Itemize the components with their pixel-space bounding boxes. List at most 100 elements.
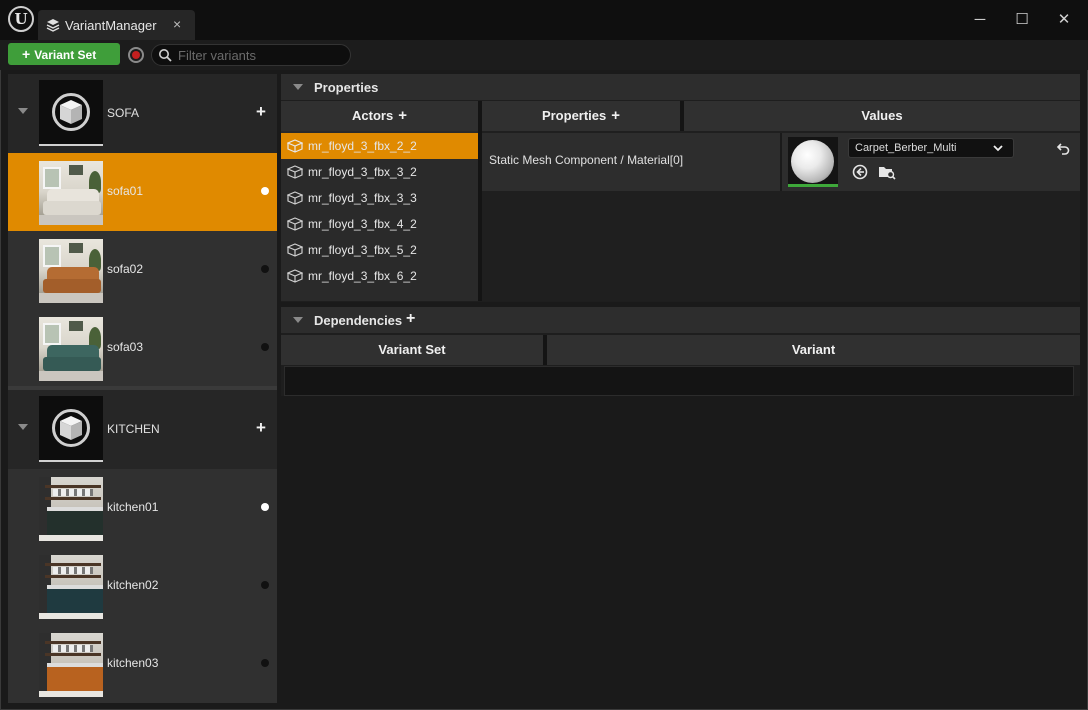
add-variant-button[interactable]: + <box>256 418 266 438</box>
cube-icon <box>60 416 82 440</box>
actor-name: mr_floyd_3_fbx_3_2 <box>308 165 417 179</box>
actor-name: mr_floyd_3_fbx_5_2 <box>308 243 417 257</box>
tab-variant-manager[interactable]: VariantManager × <box>38 10 195 40</box>
variant-header: Variant <box>547 335 1080 365</box>
layers-icon <box>46 19 60 32</box>
variant-name: kitchen01 <box>107 500 159 514</box>
add-dependency-button[interactable]: + <box>406 310 415 328</box>
actor-name: mr_floyd_3_fbx_2_2 <box>308 139 417 153</box>
variant-thumbnail <box>39 633 103 697</box>
variant-thumbnail <box>39 239 103 303</box>
reset-to-default-icon[interactable] <box>1055 141 1071 157</box>
variant-set-header: Variant Set <box>281 335 543 365</box>
actors-column: Actors + mr_floyd_3_fbx_2_2 mr_floyd_3_fb… <box>281 101 478 301</box>
variant-row-sofa02[interactable]: sofa02 <box>8 231 277 309</box>
static-mesh-icon <box>287 217 303 231</box>
filter-variants-input[interactable] <box>178 47 346 63</box>
variant-set-thumbnail <box>39 396 103 462</box>
section-title: Dependencies <box>314 313 403 328</box>
variant-set-header-kitchen[interactable]: KITCHEN + <box>8 390 277 468</box>
collapse-arrow-icon[interactable] <box>18 108 28 114</box>
active-indicator <box>261 659 269 667</box>
static-mesh-icon <box>287 165 303 179</box>
variant-row-sofa01[interactable]: sofa01 <box>8 153 277 231</box>
plus-icon: + <box>22 46 31 62</box>
variant-thumbnail <box>39 477 103 541</box>
variant-set-name: SOFA <box>107 106 140 120</box>
unreal-logo-icon: U <box>8 6 34 32</box>
actor-name: mr_floyd_3_fbx_6_2 <box>308 269 417 283</box>
collapse-arrow-icon[interactable] <box>18 424 28 430</box>
collapse-arrow-icon[interactable] <box>293 84 303 90</box>
actor-row[interactable]: mr_floyd_3_fbx_3_3 <box>281 185 478 211</box>
variant-set-button-label: Variant Set <box>34 48 97 62</box>
actor-row[interactable]: mr_floyd_3_fbx_4_2 <box>281 211 478 237</box>
variant-set-header-label: Variant Set <box>378 342 446 357</box>
variant-set-thumbnail <box>39 80 103 146</box>
active-indicator <box>261 503 269 511</box>
variant-row-kitchen01[interactable]: kitchen01 <box>8 469 277 547</box>
actor-row[interactable]: mr_floyd_3_fbx_6_2 <box>281 263 478 289</box>
actor-row[interactable]: mr_floyd_3_fbx_2_2 <box>281 133 478 159</box>
property-name: Static Mesh Component / Material[0] <box>489 153 684 167</box>
record-button[interactable] <box>128 47 144 63</box>
material-thumbnail[interactable] <box>788 137 838 187</box>
actors-header: Actors + <box>281 101 478 131</box>
variant-thumbnail <box>39 161 103 225</box>
variant-name: sofa03 <box>107 340 144 354</box>
properties-header: Properties + <box>482 101 680 131</box>
browse-folder-icon[interactable] <box>878 164 896 180</box>
variant-set-name: KITCHEN <box>107 422 160 436</box>
properties-header-label: Properties <box>541 108 607 123</box>
cube-icon <box>60 100 82 124</box>
tab-close-icon[interactable]: × <box>173 16 181 32</box>
empty-panel-area <box>281 398 1080 703</box>
variant-row-kitchen03[interactable]: kitchen03 <box>8 625 277 703</box>
dependencies-list <box>284 366 1074 396</box>
variant-name: kitchen02 <box>107 578 159 592</box>
properties-section-header[interactable]: Properties <box>281 74 1080 100</box>
toolbar: + Variant Set <box>0 40 1088 70</box>
material-dropdown[interactable]: Carpet_Berber_Multi <box>848 138 1014 158</box>
add-actor-button[interactable]: + <box>398 107 407 124</box>
properties-panel: Properties Actors + mr_floyd_3_fbx_2_2 mr… <box>281 74 1080 302</box>
static-mesh-icon <box>287 191 303 205</box>
add-property-button[interactable]: + <box>611 107 620 124</box>
tab-label: VariantManager <box>65 18 157 33</box>
variant-name: sofa02 <box>107 262 144 276</box>
search-icon <box>159 49 172 62</box>
minimize-button[interactable]: ─ <box>967 8 993 32</box>
maximize-button[interactable]: ☐ <box>1009 8 1035 32</box>
dependencies-section-header[interactable]: Dependencies + <box>281 307 1080 333</box>
chevron-down-icon <box>993 145 1003 152</box>
property-row[interactable]: Static Mesh Component / Material[0] Carp… <box>482 133 1080 191</box>
variant-thumbnail <box>39 555 103 619</box>
variant-row-sofa03[interactable]: sofa03 <box>8 309 277 387</box>
actor-row[interactable]: mr_floyd_3_fbx_5_2 <box>281 237 478 263</box>
variant-row-kitchen02[interactable]: kitchen02 <box>8 547 277 625</box>
properties-values-area: Properties + Values Static Mesh Component… <box>482 101 1080 301</box>
collapse-arrow-icon[interactable] <box>293 317 303 323</box>
variant-thumbnail <box>39 317 103 381</box>
title-bar: U VariantManager × ─ ☐ ✕ <box>0 0 1088 40</box>
variant-set-header-sofa[interactable]: SOFA + <box>8 74 277 152</box>
actor-row[interactable]: mr_floyd_3_fbx_3_2 <box>281 159 478 185</box>
active-indicator <box>261 265 269 273</box>
values-header: Values <box>684 101 1080 131</box>
section-title: Properties <box>314 80 379 95</box>
add-variant-set-button[interactable]: + Variant Set <box>8 43 120 65</box>
active-indicator <box>261 343 269 351</box>
actor-name: mr_floyd_3_fbx_4_2 <box>308 217 417 231</box>
window-close-button[interactable]: ✕ <box>1051 8 1077 32</box>
static-mesh-icon <box>287 139 303 153</box>
use-selected-asset-icon[interactable] <box>852 164 868 180</box>
filter-box <box>151 44 351 66</box>
static-mesh-icon <box>287 243 303 257</box>
add-variant-button[interactable]: + <box>256 102 266 122</box>
active-indicator <box>261 187 269 195</box>
actors-header-label: Actors <box>352 108 394 123</box>
material-value: Carpet_Berber_Multi <box>855 142 957 154</box>
variant-sets-panel: SOFA + sofa01 sofa02 sofa03 KITCHEN + ki… <box>8 74 277 703</box>
static-mesh-icon <box>287 269 303 283</box>
actor-name: mr_floyd_3_fbx_3_3 <box>308 191 417 205</box>
